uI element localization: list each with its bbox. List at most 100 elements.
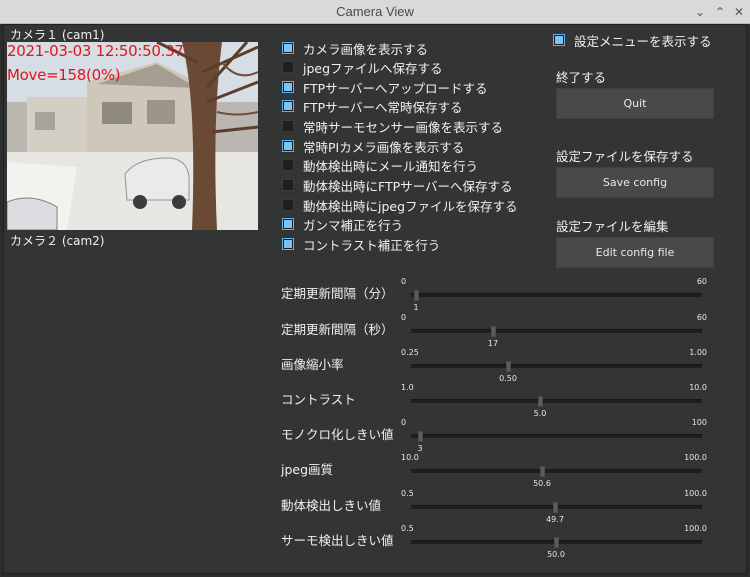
slider-min: 0.5 [401,524,414,533]
option-checkbox[interactable] [282,238,294,250]
settings-menu-checkbox-row[interactable]: 設定メニューを表示する [553,31,712,49]
edit-config-button[interactable]: Edit config file [556,237,714,268]
slider-value: 3 [417,444,423,453]
option-label: 動体検出時にFTPサーバーへ保存する [303,178,513,194]
slider-max: 100.0 [684,453,707,462]
quit-heading: 終了する [556,70,607,85]
slider-min: 0 [401,418,407,427]
slider-label: 定期更新間隔（分） [281,286,394,301]
save-config-heading: 設定ファイルを保存する [556,149,694,164]
option-checkbox[interactable] [282,81,294,93]
slider-max: 100.0 [684,524,707,533]
slider-track[interactable] [411,329,702,333]
option-row[interactable]: 動体検出時にメール通知を行う [282,156,478,174]
slider-track[interactable] [411,364,702,368]
slider-handle[interactable] [540,466,545,477]
slider-handle[interactable] [553,502,558,513]
slider-min: 1.0 [401,383,414,392]
slider-max: 1.00 [689,348,707,357]
close-icon[interactable]: ✕ [732,5,746,19]
slider-max: 10.0 [689,383,707,392]
camera1-motion: Move=158(0%) [7,66,121,84]
slider-value: 17 [487,339,499,348]
slider-min: 0.25 [401,348,419,357]
maximize-icon[interactable]: ⌃ [713,5,727,19]
slider-max: 60 [696,277,707,286]
slider-track[interactable] [411,469,702,473]
option-label: 常時PIカメラ画像を表示する [303,139,465,155]
option-row[interactable]: 常時PIカメラ画像を表示する [282,137,464,155]
slider-track[interactable] [411,434,702,438]
settings-menu-label: 設定メニューを表示する [574,33,712,49]
option-label: 動体検出時にメール通知を行う [303,158,479,174]
edit-config-heading: 設定ファイルを編集 [556,219,669,234]
option-row[interactable]: FTPサーバーへアップロードする [282,78,488,96]
slider-value: 1 [413,303,419,312]
option-checkbox[interactable] [282,199,294,211]
option-row[interactable]: 動体検出時にFTPサーバーへ保存する [282,176,513,194]
slider-handle[interactable] [554,537,559,548]
slider-value: 49.7 [546,515,564,524]
slider-handle[interactable] [538,396,543,407]
option-checkbox[interactable] [282,218,294,230]
slider-label: コントラスト [281,392,356,407]
slider-label: 画像縮小率 [281,357,344,372]
slider-label: サーモ検出しきい値 [281,533,394,548]
option-row[interactable]: カメラ画像を表示する [282,39,428,57]
slider-label: 定期更新間隔（秒） [281,322,394,337]
option-row[interactable]: 動体検出時にjpegファイルを保存する [282,196,518,214]
quit-button[interactable]: Quit [556,88,714,119]
camera1-preview: 2021-03-03 12:50:50.37 Move=158(0%) [7,42,258,230]
option-row[interactable]: ガンマ補正を行う [282,215,403,233]
slider-label: 動体検出しきい値 [281,498,382,513]
option-checkbox[interactable] [282,120,294,132]
option-checkbox[interactable] [282,42,294,54]
camera1-label: カメラ１ (cam1) [10,28,105,42]
option-label: コントラスト補正を行う [303,237,441,253]
minimize-icon[interactable]: ⌄ [693,5,707,19]
option-checkbox[interactable] [282,159,294,171]
option-label: jpegファイルへ保存する [303,60,443,76]
option-label: FTPサーバーへ常時保存する [303,99,463,115]
camera-view-window: Camera View ⌄ ⌃ ✕ カメラ１ (cam1) 2021-03-03… [0,0,750,577]
option-checkbox[interactable] [282,61,294,73]
option-label: ガンマ補正を行う [303,217,404,233]
slider-max: 60 [696,313,707,322]
slider-handle[interactable] [418,431,423,442]
slider-label: モノクロ化しきい値 [281,427,394,442]
save-config-button[interactable]: Save config [556,167,714,198]
title-bar[interactable]: Camera View ⌄ ⌃ ✕ [0,0,750,24]
slider-min: 10.0 [401,453,419,462]
slider-track[interactable] [411,399,702,403]
option-checkbox[interactable] [282,100,294,112]
slider-max: 100 [691,418,707,427]
slider-max: 100.0 [684,489,707,498]
option-label: 常時サーモセンサー画像を表示する [303,119,504,135]
camera1-timestamp: 2021-03-03 12:50:50.37 [7,42,184,60]
option-row[interactable]: コントラスト補正を行う [282,235,440,253]
slider-value: 50.0 [547,550,565,559]
option-checkbox[interactable] [282,140,294,152]
client-area: カメラ１ (cam1) 2021-03-03 12:50:50.37 Move=… [3,24,747,574]
settings-menu-checkbox[interactable] [553,34,565,46]
slider-min: 0.5 [401,489,414,498]
slider-value: 50.6 [533,479,551,488]
camera2-label: カメラ２ (cam2) [10,234,105,248]
option-label: カメラ画像を表示する [303,41,429,57]
slider-handle[interactable] [414,290,419,301]
slider-handle[interactable] [506,361,511,372]
slider-value: 5.0 [533,409,547,418]
window-title: Camera View [336,4,414,19]
slider-track[interactable] [411,293,702,297]
option-label: 動体検出時にjpegファイルを保存する [303,198,518,214]
slider-min: 0 [401,313,407,322]
slider-value: 0.50 [499,374,517,383]
slider-handle[interactable] [491,326,496,337]
slider-label: jpeg画質 [281,462,334,477]
option-row[interactable]: FTPサーバーへ常時保存する [282,97,463,115]
option-label: FTPサーバーへアップロードする [303,80,488,96]
option-checkbox[interactable] [282,179,294,191]
option-row[interactable]: jpegファイルへ保存する [282,58,443,76]
option-row[interactable]: 常時サーモセンサー画像を表示する [282,117,503,135]
slider-min: 0 [401,277,407,286]
